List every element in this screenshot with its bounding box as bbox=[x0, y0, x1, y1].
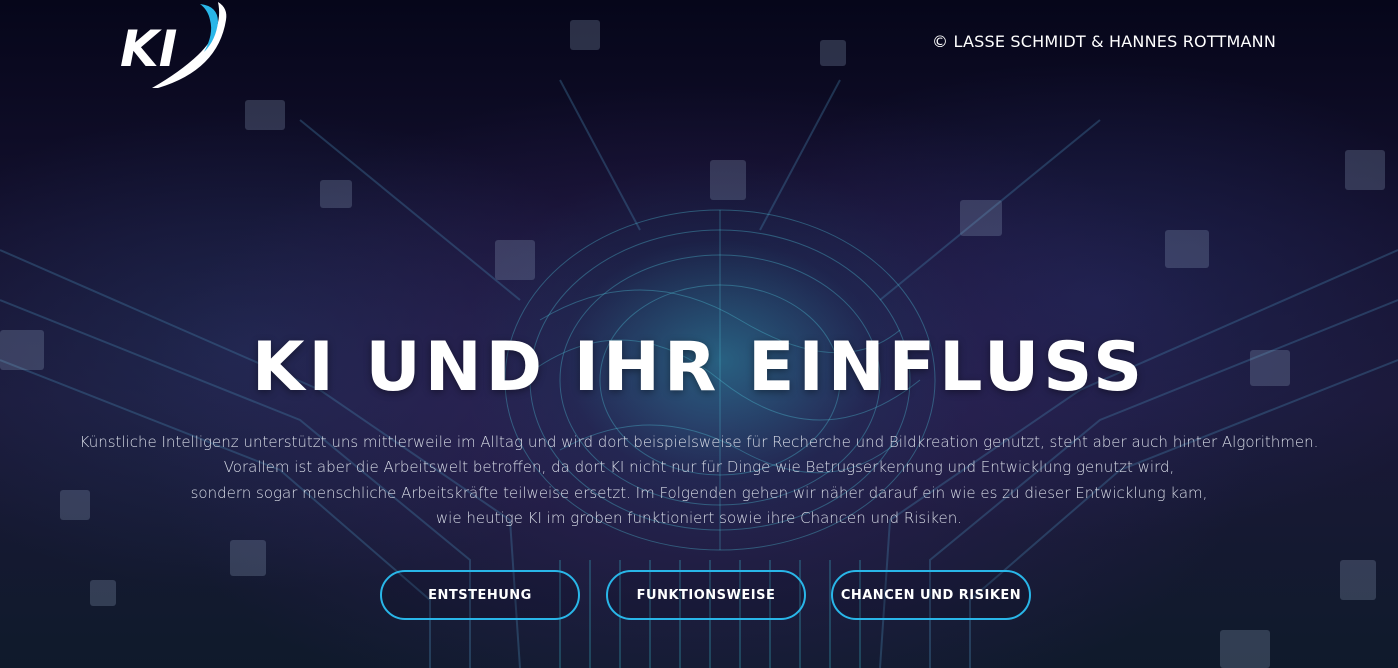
ki-logo[interactable]: KI bbox=[118, 0, 233, 92]
logo-text: KI bbox=[120, 20, 177, 78]
intro-line: wie heutige KI im groben funktioniert so… bbox=[435, 508, 963, 527]
funktionsweise-button[interactable]: FUNKTIONSWEISE bbox=[606, 570, 806, 620]
intro-line: sondern sogar menschliche Arbeitskräfte … bbox=[190, 483, 1208, 502]
page-title: KI UND IHR EINFLUSS bbox=[251, 328, 1147, 407]
copyright-text: © LASSE SCHMIDT & HANNES ROTTMANN bbox=[932, 32, 1276, 51]
intro-line: Vorallem ist aber die Arbeitswelt betrof… bbox=[223, 458, 1175, 477]
hero-section: KI © LASSE SCHMIDT & HANNES ROTTMANN KI … bbox=[0, 0, 1398, 668]
intro-paragraph: Künstliche Intelligenz unterstützt uns m… bbox=[0, 430, 1398, 531]
entstehung-button[interactable]: ENTSTEHUNG bbox=[380, 570, 580, 620]
chancen-und-risiken-button[interactable]: CHANCEN UND RISIKEN bbox=[831, 570, 1031, 620]
intro-line: Künstliche Intelligenz unterstützt uns m… bbox=[79, 433, 1319, 451]
